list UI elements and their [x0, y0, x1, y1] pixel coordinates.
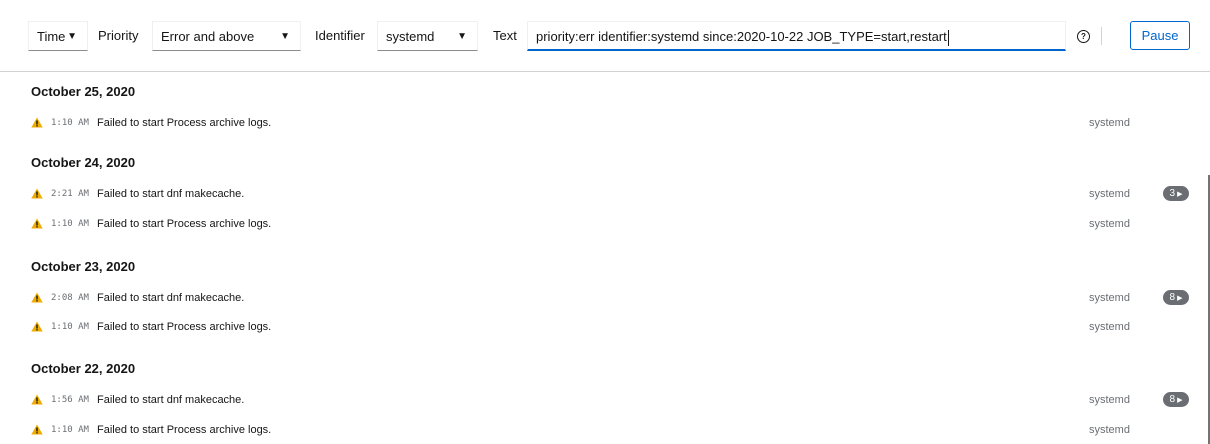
warning-triangle-icon: [31, 117, 43, 128]
repeat-count-badge[interactable]: 8 ▶: [1163, 290, 1189, 305]
warning-triangle-icon: [31, 424, 43, 435]
log-message: Failed to start Process archive logs.: [97, 424, 272, 436]
pause-button[interactable]: Pause: [1130, 21, 1190, 50]
log-time: 1:10 AM: [51, 425, 89, 435]
log-identifier: systemd: [1089, 218, 1130, 230]
log-entry-row[interactable]: 1:56 AM Failed to start dnf makecache. sys…: [0, 392, 1210, 412]
log-message: Failed to start dnf makecache.: [97, 394, 245, 406]
log-time: 2:21 AM: [51, 189, 89, 199]
log-identifier: systemd: [1089, 117, 1130, 129]
priority-label: Priority: [98, 28, 139, 43]
caret-right-icon: ▶: [1177, 397, 1183, 404]
priority-select-value: Error and above: [161, 29, 255, 44]
date-heading: October 24, 2020: [31, 155, 136, 170]
toolbar-divider: [1101, 27, 1102, 45]
text-filter-input[interactable]: priority:err identifier:systemd since:20…: [527, 21, 1066, 51]
log-message: Failed to start dnf makecache.: [97, 188, 245, 200]
date-heading: October 22, 2020: [31, 361, 136, 376]
time-select[interactable]: Time ▼: [28, 21, 88, 51]
log-entry-row[interactable]: 2:21 AM Failed to start dnf makecache. sys…: [0, 186, 1210, 206]
repeat-count: 3: [1169, 188, 1176, 199]
log-identifier: systemd: [1089, 292, 1130, 304]
warning-triangle-icon: [31, 218, 43, 229]
repeat-count: 8: [1169, 394, 1176, 405]
repeat-count: 8: [1169, 292, 1176, 303]
text-cursor: [947, 29, 949, 46]
log-identifier: systemd: [1089, 394, 1130, 406]
caret-right-icon: ▶: [1177, 295, 1183, 302]
log-entry-row[interactable]: 1:10 AM Failed to start Process archive l…: [0, 216, 1210, 236]
log-time: 1:10 AM: [51, 118, 89, 128]
repeat-count-badge[interactable]: 8 ▶: [1163, 392, 1189, 407]
caret-right-icon: ▶: [1177, 191, 1183, 198]
identifier-label: Identifier: [315, 28, 365, 43]
log-time: 1:56 AM: [51, 395, 89, 405]
identifier-select[interactable]: systemd ▼: [377, 21, 478, 51]
caret-down-icon: ▼: [67, 31, 77, 42]
log-message: Failed to start Process archive logs.: [97, 117, 272, 129]
journal-filter-toolbar: Time ▼ Priority Error and above ▼ Identi…: [0, 0, 1210, 72]
log-message: Failed to start dnf makecache.: [97, 292, 245, 304]
log-entry-row[interactable]: 1:10 AM Failed to start Process archive l…: [0, 422, 1210, 442]
warning-triangle-icon: [31, 292, 43, 303]
log-identifier: systemd: [1089, 188, 1130, 200]
identifier-select-value: systemd: [386, 29, 435, 44]
caret-down-icon: ▼: [457, 31, 467, 42]
text-label: Text: [493, 28, 517, 43]
warning-triangle-icon: [31, 321, 43, 332]
repeat-count-badge[interactable]: 3 ▶: [1163, 186, 1189, 201]
date-heading: October 25, 2020: [31, 84, 136, 99]
log-entry-row[interactable]: 1:10 AM Failed to start Process archive l…: [0, 115, 1210, 135]
date-heading: October 23, 2020: [31, 259, 136, 274]
text-filter-value: priority:err identifier:systemd since:20…: [536, 29, 947, 44]
priority-select[interactable]: Error and above ▼: [152, 21, 301, 51]
log-time: 1:10 AM: [51, 219, 89, 229]
log-identifier: systemd: [1089, 424, 1130, 436]
warning-triangle-icon: [31, 394, 43, 405]
time-select-value: Time: [37, 29, 66, 44]
log-identifier: systemd: [1089, 321, 1130, 333]
log-time: 1:10 AM: [51, 322, 89, 332]
log-message: Failed to start Process archive logs.: [97, 218, 272, 230]
warning-triangle-icon: [31, 188, 43, 199]
log-entry-row[interactable]: 1:10 AM Failed to start Process archive l…: [0, 319, 1210, 339]
log-entry-row[interactable]: 2:08 AM Failed to start dnf makecache. sys…: [0, 290, 1210, 310]
caret-down-icon: ▼: [280, 31, 290, 42]
log-time: 2:08 AM: [51, 293, 89, 303]
log-message: Failed to start Process archive logs.: [97, 321, 272, 333]
help-icon[interactable]: ?: [1077, 30, 1090, 43]
